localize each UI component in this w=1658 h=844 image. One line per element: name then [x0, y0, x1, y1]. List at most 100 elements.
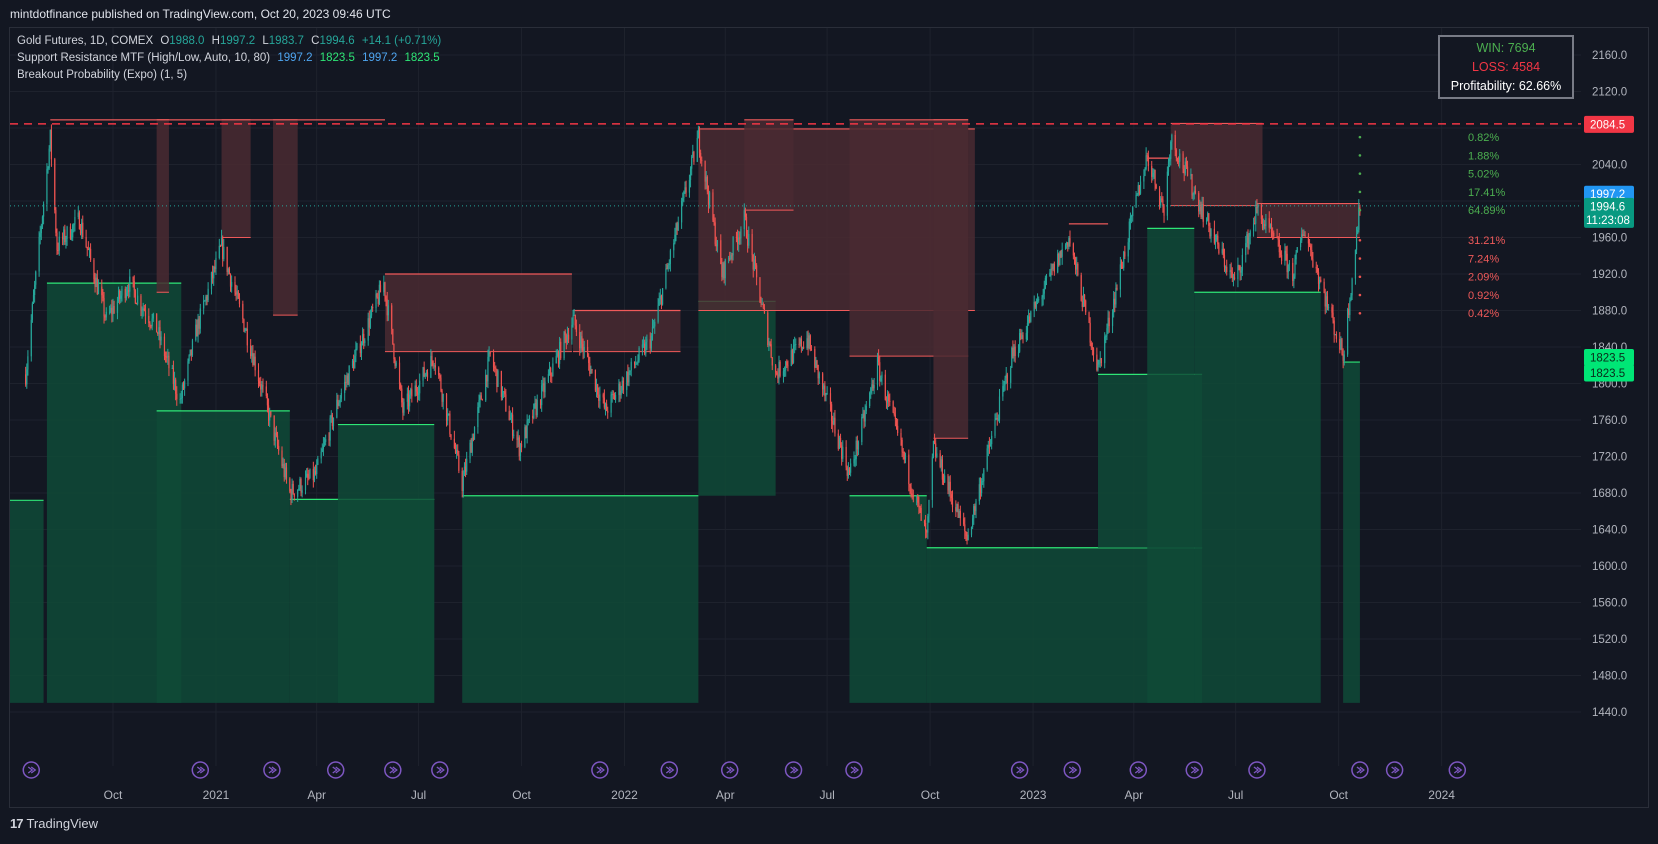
candle-body: [988, 445, 991, 447]
candle-body: [681, 200, 683, 223]
candle-body: [1021, 335, 1023, 340]
candle-body: [25, 374, 27, 385]
y-tick-label: 1760.0: [1592, 415, 1627, 427]
candle-body: [942, 479, 945, 483]
sr-value-4: 1823.5: [404, 52, 440, 64]
candle-body: [133, 281, 135, 291]
candle-body: [1061, 249, 1063, 257]
candle-body: [995, 417, 997, 420]
candle-body: [254, 356, 256, 371]
candle-body: [928, 499, 930, 517]
sr-value-3: 1997.2: [362, 52, 398, 64]
candle-body: [743, 210, 745, 230]
candle-body: [351, 360, 354, 366]
x-tick-label: Jul: [1228, 788, 1243, 802]
open-value: 1988.0: [169, 35, 205, 47]
candle-body: [704, 160, 706, 182]
candle-body: [1354, 249, 1357, 279]
candle-body: [392, 328, 394, 344]
candle-body: [1272, 232, 1274, 234]
event-marker-arrow: [436, 766, 445, 774]
candle-body: [720, 240, 722, 265]
candle-body: [121, 288, 123, 296]
candle-body: [266, 395, 269, 406]
candle-body: [320, 451, 322, 459]
candle-body: [1191, 174, 1193, 196]
candle-body: [541, 385, 543, 406]
candle-body: [1139, 181, 1142, 194]
candle-body: [1302, 234, 1304, 237]
candle-body: [724, 259, 726, 279]
candle-body: [32, 295, 35, 304]
event-marker-arrow: [1391, 766, 1400, 774]
candle-body: [86, 246, 88, 249]
candle-body: [31, 303, 33, 320]
candle-body: [167, 355, 169, 357]
candle-body: [1120, 264, 1123, 267]
candle-body: [556, 352, 558, 357]
candle-body: [30, 319, 32, 357]
event-marker-arrow: [389, 766, 398, 774]
candle-body: [1030, 311, 1032, 322]
legend-row-breakout[interactable]: Breakout Probability (Expo) (1, 5): [17, 67, 445, 84]
candle-body: [1184, 161, 1186, 174]
candle-body: [361, 333, 364, 346]
tradingview-brand: TradingView: [26, 816, 99, 831]
candle-body: [511, 414, 514, 436]
candle-body: [237, 291, 239, 299]
candle-body: [1138, 185, 1141, 194]
candle-body: [824, 385, 826, 396]
candle-body: [395, 362, 397, 366]
support-zone: [337, 424, 435, 703]
candle-body: [1049, 272, 1051, 277]
candle-body: [748, 233, 750, 246]
price-chart[interactable]: 0.82% 1.88% 5.02% 17.41% 64.89% 31.21% 7.24% 2.…: [0, 0, 1658, 844]
candle-body: [1035, 300, 1038, 308]
candle-body: [598, 394, 600, 401]
candle-body: [932, 441, 935, 458]
candle-body: [1355, 234, 1358, 250]
candle-body: [457, 449, 459, 455]
candle-body: [337, 399, 339, 406]
candle-body: [220, 237, 223, 246]
candle-body: [96, 277, 98, 294]
candle-body: [857, 442, 860, 450]
candle-body: [1229, 270, 1231, 273]
candle-body: [895, 419, 898, 426]
candle-body: [448, 413, 450, 415]
candle-body: [722, 262, 724, 278]
candle-body: [1241, 254, 1243, 271]
candle-body: [1248, 236, 1250, 249]
candle-body: [606, 403, 608, 411]
candle-body: [434, 365, 436, 368]
candle-body: [1316, 268, 1318, 273]
candle-body: [1213, 228, 1216, 243]
candle-body: [590, 369, 592, 374]
candle-body: [1088, 312, 1090, 323]
candle-body: [244, 330, 246, 332]
legend-row-symbol[interactable]: Gold Futures, 1D, COMEX O1988.0 H1997.2 …: [17, 33, 445, 50]
candle-body: [1041, 297, 1043, 300]
candle-body: [58, 236, 60, 251]
candle-body: [1334, 334, 1336, 336]
candle-body: [103, 297, 105, 317]
candle-body: [817, 364, 819, 379]
candle-body: [494, 367, 496, 369]
candle-body: [112, 306, 114, 315]
candle-body: [406, 393, 408, 402]
candle-body: [1263, 224, 1265, 229]
high-key: H: [211, 35, 220, 47]
candle-body: [211, 272, 214, 279]
x-tick-label: Apr: [716, 788, 735, 802]
candle-body: [602, 394, 604, 398]
candle-body: [298, 488, 300, 490]
candle-body: [842, 446, 844, 459]
candle-body: [1226, 266, 1228, 273]
candle-body: [1116, 287, 1118, 290]
candle-body: [1247, 234, 1249, 249]
tradingview-footer[interactable]: 17 TradingView: [10, 816, 98, 831]
legend-row-support-resistance[interactable]: Support Resistance MTF (High/Low, Auto, …: [17, 50, 445, 67]
candle-body: [48, 148, 50, 169]
candle-body: [339, 398, 341, 403]
candle-body: [348, 365, 350, 385]
